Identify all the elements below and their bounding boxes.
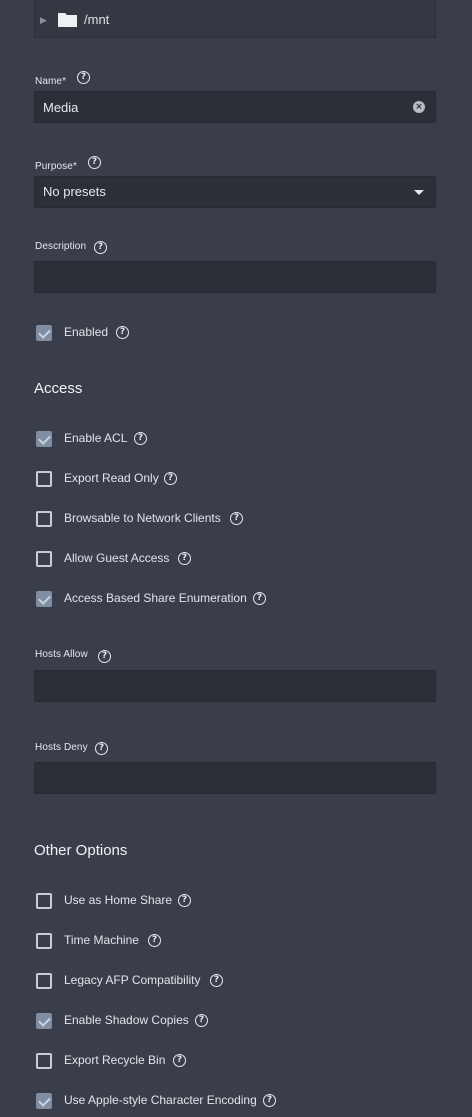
description-input[interactable] [34, 261, 436, 293]
browsable-help-icon[interactable]: ? [230, 512, 243, 525]
name-label: Name [35, 76, 63, 87]
guest-access-checkbox[interactable] [36, 551, 52, 567]
home-share-checkbox[interactable] [36, 893, 52, 909]
enable-acl-label[interactable]: Enable ACL [64, 431, 127, 445]
enabled-label[interactable]: Enabled [64, 325, 108, 339]
hosts-deny-label: Hosts Deny [35, 742, 88, 753]
export-read-only-help-icon[interactable]: ? [164, 472, 177, 485]
legacy-afp-checkbox[interactable] [36, 973, 52, 989]
enabled-help-icon[interactable]: ? [116, 326, 129, 339]
purpose-label: Purpose [35, 161, 73, 172]
export-read-only-label[interactable]: Export Read Only [64, 471, 159, 485]
time-machine-checkbox[interactable] [36, 933, 52, 949]
tree-path-label[interactable]: /mnt [84, 12, 109, 27]
legacy-afp-label[interactable]: Legacy AFP Compatibility [64, 973, 201, 987]
purpose-help-icon[interactable]: ? [88, 156, 101, 169]
browsable-checkbox[interactable] [36, 511, 52, 527]
description-label: Description [35, 241, 87, 252]
guest-access-help-icon[interactable]: ? [178, 552, 191, 565]
shadow-copies-label[interactable]: Enable Shadow Copies [64, 1013, 189, 1027]
abe-checkbox[interactable] [36, 591, 52, 607]
enable-acl-checkbox[interactable] [36, 431, 52, 447]
abe-label[interactable]: Access Based Share Enumeration [64, 591, 247, 605]
description-help-icon[interactable]: ? [94, 241, 107, 254]
hosts-deny-help-icon[interactable]: ? [95, 742, 108, 755]
export-read-only-checkbox[interactable] [36, 471, 52, 487]
name-input[interactable] [34, 91, 436, 123]
home-share-help-icon[interactable]: ? [178, 894, 191, 907]
home-share-label[interactable]: Use as Home Share [64, 893, 172, 907]
hosts-allow-input[interactable] [34, 670, 436, 702]
name-help-icon[interactable]: ? [77, 71, 90, 84]
hosts-allow-help-icon[interactable]: ? [98, 650, 111, 663]
apple-encoding-label[interactable]: Use Apple-style Character Encoding [64, 1093, 257, 1107]
browsable-label[interactable]: Browsable to Network Clients [64, 511, 221, 525]
folder-icon [58, 13, 77, 27]
name-input-value[interactable]: Media [43, 100, 78, 115]
shadow-copies-help-icon[interactable]: ? [195, 1014, 208, 1027]
hosts-allow-label: Hosts Allow [35, 649, 88, 660]
enabled-checkbox[interactable] [36, 325, 52, 341]
access-section-title: Access [34, 380, 83, 397]
name-label-row: Name* [35, 71, 66, 89]
time-machine-help-icon[interactable]: ? [148, 934, 161, 947]
abe-help-icon[interactable]: ? [253, 592, 266, 605]
other-options-section-title: Other Options [34, 842, 128, 859]
guest-access-label[interactable]: Allow Guest Access [64, 551, 169, 565]
recycle-bin-help-icon[interactable]: ? [173, 1054, 186, 1067]
legacy-afp-help-icon[interactable]: ? [210, 974, 223, 987]
recycle-bin-checkbox[interactable] [36, 1053, 52, 1069]
expand-arrow-icon[interactable]: ▶ [40, 15, 47, 26]
required-marker: * [62, 76, 67, 87]
time-machine-label[interactable]: Time Machine [64, 933, 139, 947]
purpose-select-value[interactable]: No presets [43, 184, 106, 199]
enable-acl-help-icon[interactable]: ? [134, 432, 147, 445]
apple-encoding-checkbox[interactable] [36, 1093, 52, 1109]
required-marker: * [72, 161, 77, 172]
chevron-down-icon[interactable] [414, 190, 424, 195]
shadow-copies-checkbox[interactable] [36, 1013, 52, 1029]
recycle-bin-label[interactable]: Export Recycle Bin [64, 1053, 165, 1067]
purpose-label-row: Purpose* [35, 156, 77, 174]
hosts-deny-input[interactable] [34, 762, 436, 794]
apple-encoding-help-icon[interactable]: ? [263, 1094, 276, 1107]
clear-icon[interactable]: × [413, 101, 425, 113]
